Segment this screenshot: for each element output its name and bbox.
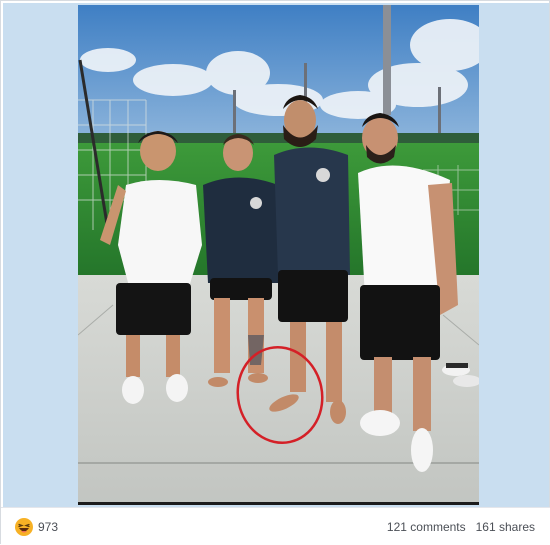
engagement-stats: 121 comments 161 shares (387, 518, 535, 536)
light-pole (383, 5, 391, 115)
photo-illustration (78, 5, 479, 505)
reaction-count: 973 (38, 520, 59, 534)
post-footer: 973 121 comments 161 shares (1, 507, 550, 545)
post-card: 973 121 comments 161 shares (0, 0, 550, 545)
post-media[interactable] (3, 3, 549, 507)
reactions-summary[interactable]: 973 (15, 517, 58, 537)
post-photo[interactable] (78, 5, 479, 505)
haha-icon (15, 518, 33, 536)
shares-count-link[interactable]: 161 shares (476, 520, 535, 534)
treeline (78, 133, 479, 143)
comments-count-link[interactable]: 121 comments (387, 520, 466, 534)
